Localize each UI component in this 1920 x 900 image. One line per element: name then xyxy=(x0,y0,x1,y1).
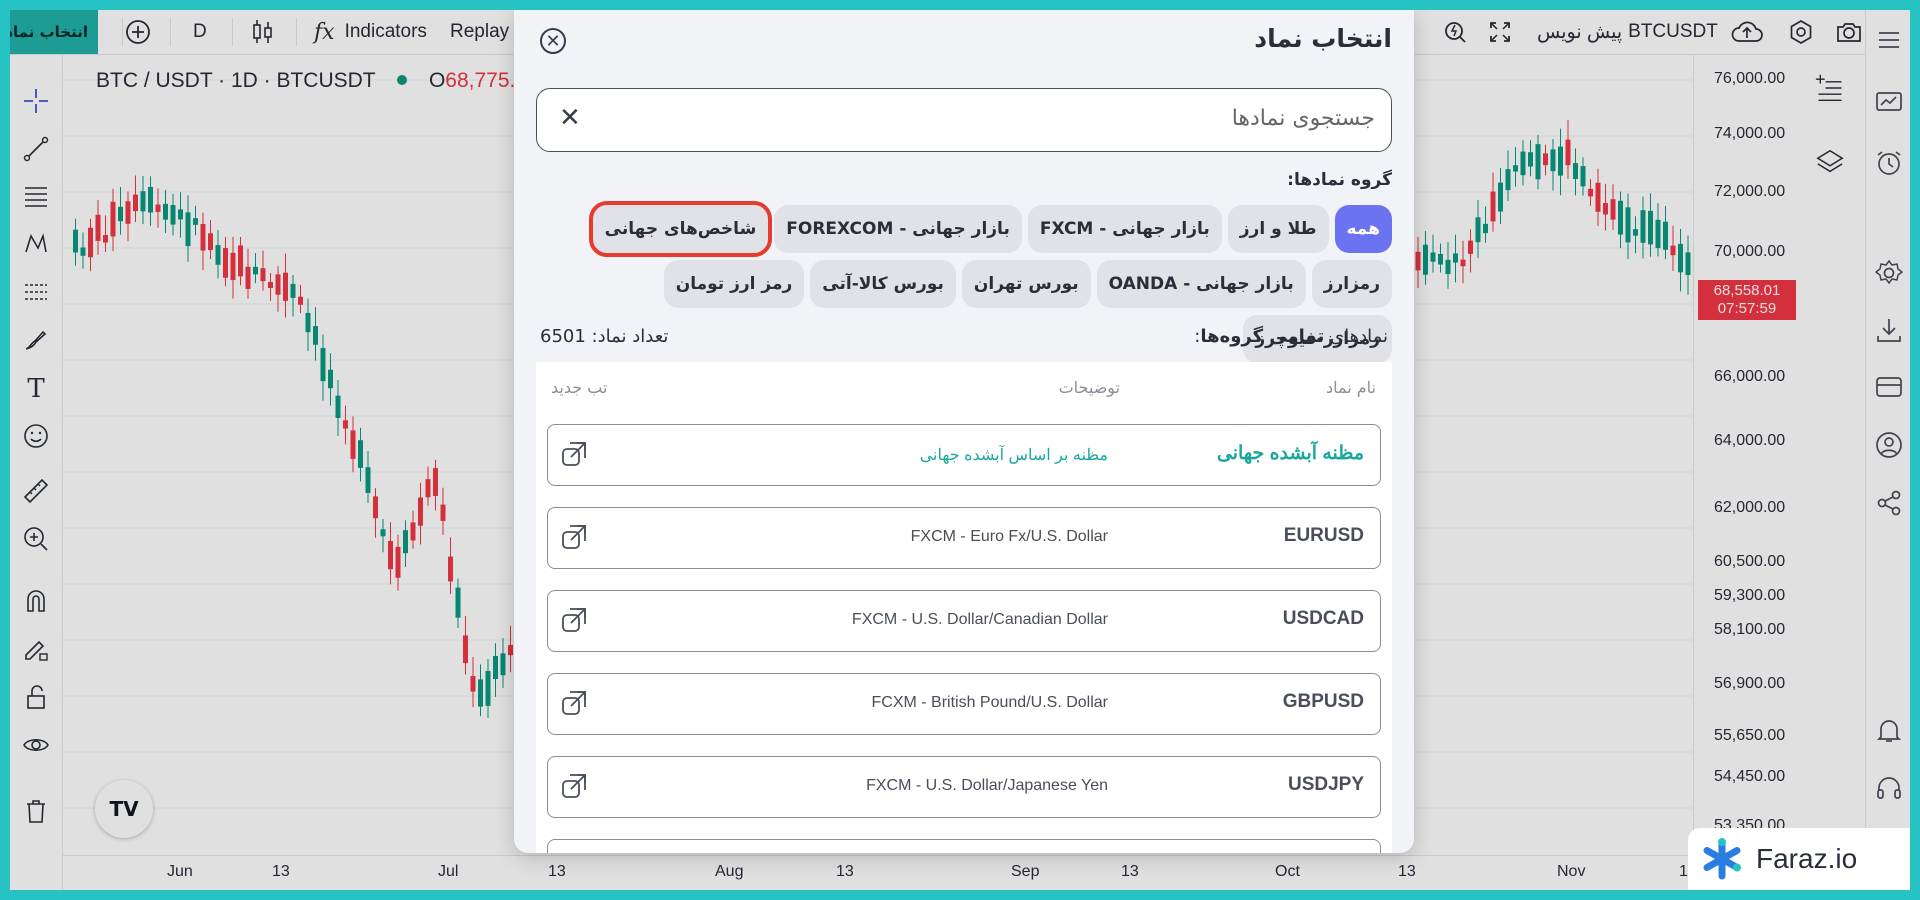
all-groups-prefix: نمادهای xyxy=(1330,326,1388,347)
all-groups-bold: تمامی گروه‌ها xyxy=(1200,326,1325,347)
column-header-description: توضیحات xyxy=(1058,378,1120,397)
row-description: FXCM - U.S. Dollar/Canadian Dollar xyxy=(851,611,1108,628)
open-new-tab-icon[interactable] xyxy=(560,440,588,468)
app-window: انتخاب نماد D fx Indicators Replay پیش ن… xyxy=(10,10,1910,890)
search-input[interactable]: جستجوی نمادها xyxy=(1232,106,1375,131)
close-icon: ✕ xyxy=(545,30,561,52)
row-description: FXCM - U.S. Dollar/Japanese Yen xyxy=(866,777,1108,794)
row-symbol-name: USDCAD xyxy=(1282,608,1364,629)
chip-fxcm[interactable]: بازار جهانی - FXCM xyxy=(1027,205,1222,253)
table-row[interactable]: USDJPY FXCM - U.S. Dollar/Japanese Yen xyxy=(547,756,1381,818)
row-symbol-name: USDJPY xyxy=(1287,774,1364,795)
open-new-tab-icon[interactable] xyxy=(560,772,588,800)
chip-tehran-exchange[interactable]: بورس تهران xyxy=(961,260,1091,308)
table-row[interactable] xyxy=(547,839,1381,853)
row-description: FXCM - Euro Fx/U.S. Dollar xyxy=(910,528,1108,545)
row-description: مظنه بر اساس آبشده جهانی xyxy=(919,447,1108,464)
table-row[interactable]: GBPUSD FCXM - British Pound/U.S. Dollar xyxy=(547,673,1381,735)
watermark: Faraz.io xyxy=(1688,828,1910,890)
chip-gold-currency[interactable]: طلا و ارز xyxy=(1227,205,1329,253)
clear-search-icon[interactable]: ✕ xyxy=(559,103,581,133)
symbol-table: نام نماد توضیحات تب جدید مظنه آبشده جهان… xyxy=(536,362,1392,853)
watermark-text: Faraz.io xyxy=(1756,843,1858,874)
all-groups-label: نمادهای تمامی گروه‌ها: xyxy=(1194,326,1388,347)
chip-world-indices[interactable]: شاخص‌های جهانی xyxy=(588,201,773,257)
dialog-close-button[interactable]: ✕ xyxy=(540,28,566,54)
table-row[interactable]: USDCAD FXCM - U.S. Dollar/Canadian Dolla… xyxy=(547,590,1381,652)
row-description: FCXM - British Pound/U.S. Dollar xyxy=(871,694,1108,711)
open-new-tab-icon[interactable] xyxy=(560,689,588,717)
chip-oanda[interactable]: بازار جهانی - OANDA xyxy=(1096,260,1306,308)
chip-crypto[interactable]: رمزارز xyxy=(1311,260,1392,308)
asterisk-logo-icon xyxy=(1703,838,1741,880)
symbol-select-dialog: انتخاب نماد ✕ جستجوی نمادها ✕ گروه نماده… xyxy=(514,10,1414,853)
symbol-count-label: تعداد نماد: xyxy=(591,326,669,347)
group-label: گروه نمادها: xyxy=(1287,170,1392,190)
column-header-new-tab: تب جدید xyxy=(551,378,608,397)
table-row[interactable]: EURUSD FXCM - Euro Fx/U.S. Dollar xyxy=(547,507,1381,569)
open-new-tab-icon[interactable] xyxy=(560,523,588,551)
column-header-name: نام نماد xyxy=(1325,378,1376,397)
row-symbol-name: EURUSD xyxy=(1283,525,1364,546)
symbol-count-value: 6501 xyxy=(540,326,586,347)
chip-all[interactable]: همه xyxy=(1334,205,1392,253)
chip-commodity-futures[interactable]: بورس کالا-آتی xyxy=(810,260,956,308)
chip-crypto-toman[interactable]: رمز ارز تومان xyxy=(663,260,805,308)
row-symbol-name: GBPUSD xyxy=(1282,691,1364,712)
dialog-title: انتخاب نماد xyxy=(1254,24,1392,53)
open-new-tab-icon[interactable] xyxy=(560,606,588,634)
table-row[interactable]: مظنه آبشده جهانی مظنه بر اساس آبشده جهان… xyxy=(547,424,1381,486)
row-symbol-name: مظنه آبشده جهانی xyxy=(1216,443,1364,464)
chip-forexcom[interactable]: بازار جهانی - FOREXCOM xyxy=(774,205,1022,253)
symbol-count: تعداد نماد: 6501 xyxy=(540,326,668,347)
symbol-search-field[interactable]: جستجوی نمادها ✕ xyxy=(536,88,1392,152)
